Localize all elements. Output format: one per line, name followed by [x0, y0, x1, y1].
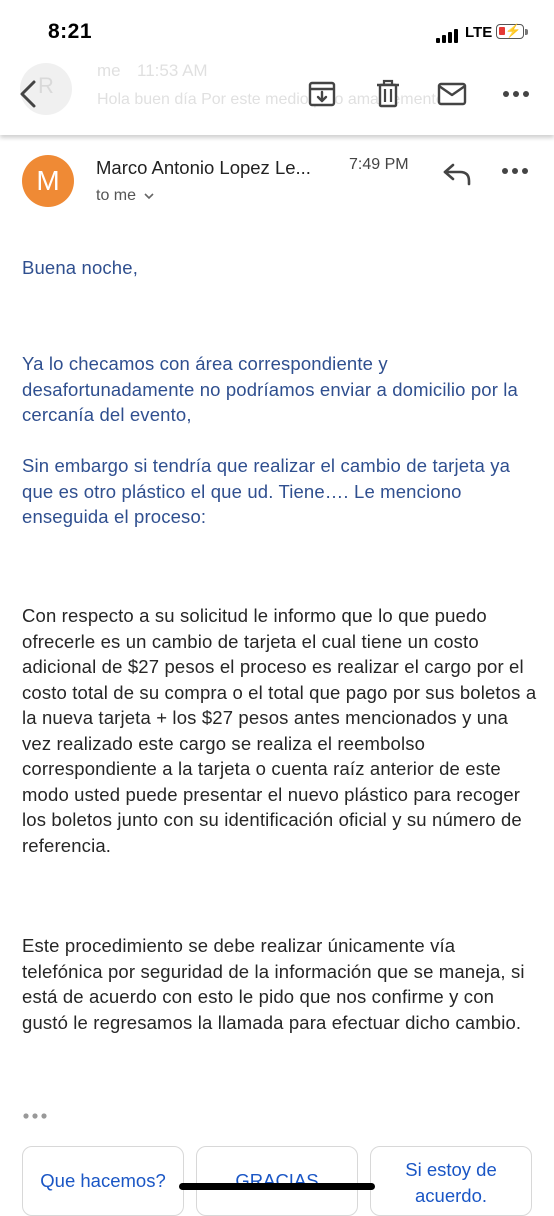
message-more-icon[interactable] [500, 165, 530, 177]
delete-icon[interactable] [371, 77, 405, 111]
archive-icon[interactable] [305, 77, 339, 111]
ghost-time: 11:53 AM [137, 61, 208, 80]
status-time: 8:21 [48, 20, 93, 43]
smart-reply-chip[interactable]: Que hacemos? [22, 1146, 184, 1216]
home-indicator[interactable] [179, 1183, 375, 1190]
status-bar: 8:21 LTE ⚡ [0, 0, 554, 60]
battery-icon: ⚡ [496, 23, 524, 39]
reply-icon[interactable] [440, 158, 474, 188]
back-icon[interactable] [12, 77, 46, 111]
show-trimmed-content-icon[interactable] [22, 1108, 48, 1124]
email-paragraph-4: Este procedimiento se debe realizar únic… [22, 935, 525, 1033]
smart-reply-chip[interactable]: Si estoy de acuerdo. [370, 1146, 532, 1216]
signal-icon [436, 27, 460, 43]
mark-unread-icon[interactable] [435, 77, 469, 111]
email-greeting: Buena noche, [22, 257, 138, 278]
email-toolbar: R me 11:53 AM Hola buen día Por este med… [0, 55, 554, 135]
chevron-down-icon [144, 193, 155, 199]
toolbar-more-icon[interactable] [499, 77, 533, 111]
network-label: LTE [465, 24, 493, 41]
sender-avatar[interactable]: M [22, 155, 74, 207]
email-paragraph-3: Con respecto a su solicitud le informo q… [22, 605, 537, 856]
sender-name[interactable]: Marco Antonio Lopez Le... [96, 157, 311, 179]
battery-tip [525, 29, 528, 35]
smart-reply-chip[interactable]: GRACIAS [196, 1146, 358, 1216]
recipient-label: to me [96, 187, 137, 204]
ghost-snippet: Hola buen día Por este medio pido amable… [97, 91, 464, 108]
email-paragraph-1: Ya lo checamos con área correspondiente … [22, 353, 518, 425]
email-time: 7:49 PM [349, 156, 409, 173]
email-paragraph-2: Sin embargo si tendría que realizar el c… [22, 455, 511, 527]
ghost-sender: me [97, 61, 121, 80]
recipient-toggle[interactable]: to me [96, 187, 155, 205]
